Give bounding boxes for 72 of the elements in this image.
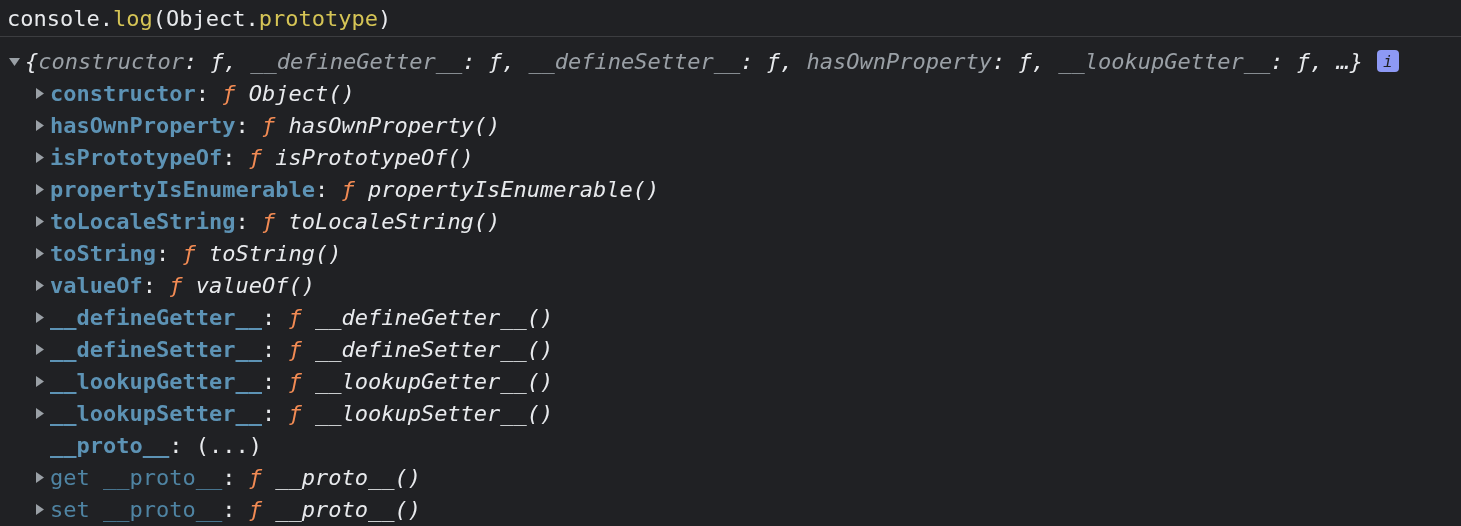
property-value: __lookupSetter__(): [314, 400, 554, 426]
function-marker: ƒ: [261, 208, 276, 234]
function-marker: ƒ: [248, 464, 262, 490]
colon: :: [314, 176, 329, 202]
colon: :: [235, 208, 249, 234]
colon: :: [261, 336, 276, 362]
property-key: propertyIsEnumerable: [50, 176, 315, 202]
expand-arrow-icon[interactable]: [34, 247, 45, 259]
colon: :: [261, 368, 276, 394]
property-key: isPrototypeOf: [50, 144, 223, 170]
property-value: Object(): [248, 80, 355, 106]
function-marker: ƒ: [248, 496, 262, 522]
property-value: __defineGetter__(): [314, 304, 554, 330]
function-marker: ƒ: [288, 368, 302, 394]
expand-arrow-icon[interactable]: [34, 119, 45, 131]
function-marker: ƒ: [222, 80, 236, 106]
property-key: __lookupSetter__: [50, 400, 262, 426]
function-marker: ƒ: [288, 336, 302, 362]
property-key: set __proto__: [50, 496, 223, 522]
function-marker: ƒ: [341, 176, 355, 202]
info-badge[interactable]: i: [1376, 50, 1399, 72]
colon: :: [222, 496, 236, 522]
property-value: __proto__(): [275, 464, 421, 490]
expand-arrow-icon[interactable]: [34, 87, 45, 99]
colon: :: [222, 464, 236, 490]
object-preview[interactable]: {constructor: ƒ, __defineGetter__: ƒ, __defineSetter__: ƒ, hasOwnProperty: ƒ, __lookupGetter__: ƒ, …}: [25, 48, 1363, 74]
colon: :: [222, 144, 236, 170]
property-key: __proto__: [50, 432, 170, 458]
property-key: toLocaleString: [50, 208, 236, 234]
expand-arrow-icon[interactable]: [34, 151, 45, 163]
property-value: __proto__(): [275, 496, 421, 522]
property-value: __lookupGetter__(): [314, 368, 554, 394]
property-value: toString(): [208, 240, 342, 266]
property-key: hasOwnProperty: [50, 112, 236, 138]
collapse-arrow-icon[interactable]: [9, 55, 20, 67]
property-key: valueOf: [50, 272, 143, 298]
property-key: __lookupGetter__: [50, 368, 262, 394]
property-value: valueOf(): [195, 272, 315, 298]
property-key: constructor: [50, 80, 196, 106]
property-value: hasOwnProperty(): [288, 112, 501, 138]
expand-arrow-icon[interactable]: [34, 407, 45, 419]
colon: :: [155, 240, 170, 266]
expand-arrow-icon[interactable]: [34, 375, 45, 387]
property-key: get __proto__: [50, 464, 223, 490]
expand-arrow-icon[interactable]: [34, 343, 45, 355]
colon: :: [142, 272, 156, 298]
property-key: __defineGetter__: [50, 304, 262, 330]
colon: :: [195, 80, 209, 106]
property-key: toString: [50, 240, 156, 266]
function-marker: ƒ: [182, 240, 196, 266]
function-marker: ƒ: [169, 272, 183, 298]
expand-arrow-icon[interactable]: [34, 279, 45, 291]
function-marker: ƒ: [261, 112, 276, 138]
colon: :: [261, 400, 276, 426]
expand-arrow-icon[interactable]: [34, 471, 45, 483]
property-key: __defineSetter__: [50, 336, 262, 362]
function-marker: ƒ: [288, 304, 302, 330]
expand-arrow-icon[interactable]: [34, 215, 45, 227]
colon: :: [169, 432, 183, 458]
expand-arrow-icon[interactable]: [34, 183, 45, 195]
expand-arrow-icon[interactable]: [34, 311, 45, 323]
property-value: __defineSetter__(): [314, 336, 554, 362]
lazy-value[interactable]: (...): [195, 432, 262, 458]
colon: :: [235, 112, 249, 138]
function-marker: ƒ: [248, 144, 262, 170]
property-value: toLocaleString(): [288, 208, 501, 234]
console-command: console.log(Object.prototype): [0, 0, 1461, 37]
colon: :: [261, 304, 276, 330]
function-marker: ƒ: [288, 400, 302, 426]
property-value: propertyIsEnumerable(): [367, 176, 660, 202]
property-value: isPrototypeOf(): [275, 144, 474, 170]
expand-arrow-icon[interactable]: [34, 503, 45, 515]
